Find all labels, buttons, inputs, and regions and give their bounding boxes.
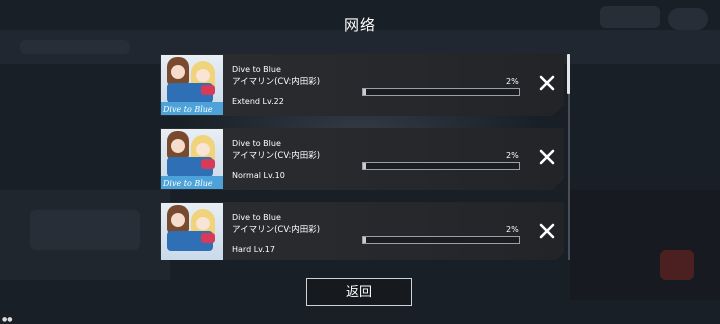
song-difficulty: Hard Lv.17 [232,245,275,254]
progress-bar [362,236,520,244]
song-jacket-image: Dive to Blue [161,129,223,189]
back-button[interactable]: 返回 [306,278,412,306]
close-icon[interactable] [538,222,556,240]
song-artist: アイマリン(CV:内田彩) [232,77,321,87]
song-difficulty: Normal Lv.10 [232,171,285,180]
progress-percent: 2% [506,77,519,86]
download-item: Dive to Blue アイマリン(CV:内田彩) Hard Lv.17 2% [160,202,564,260]
progress-percent: 2% [506,151,519,160]
close-icon[interactable] [538,148,556,166]
progress-bar [362,88,520,96]
progress-bar [362,162,520,170]
song-artist: アイマリン(CV:内田彩) [232,225,321,235]
close-icon[interactable] [538,74,556,92]
song-jacket-image [161,203,223,260]
song-title: Dive to Blue [232,213,281,222]
song-artist: アイマリン(CV:内田彩) [232,151,321,161]
progress-percent: 2% [506,225,519,234]
status-dots: ●● [2,316,13,323]
jacket-logo-text: Dive to Blue [163,105,213,114]
page-title: 网络 [343,16,376,34]
download-item: Dive to Blue Dive to Blue アイマリン(CV:内田彩) … [160,54,564,116]
song-difficulty: Extend Lv.22 [232,97,284,106]
scrollbar-thumb[interactable] [567,54,570,94]
song-jacket-image: Dive to Blue [161,55,223,115]
jacket-logo-text: Dive to Blue [163,179,213,188]
download-list[interactable]: Dive to Blue Dive to Blue アイマリン(CV:内田彩) … [160,54,568,260]
song-title: Dive to Blue [232,139,281,148]
song-title: Dive to Blue [232,65,281,74]
download-item: Dive to Blue Dive to Blue アイマリン(CV:内田彩) … [160,128,564,190]
